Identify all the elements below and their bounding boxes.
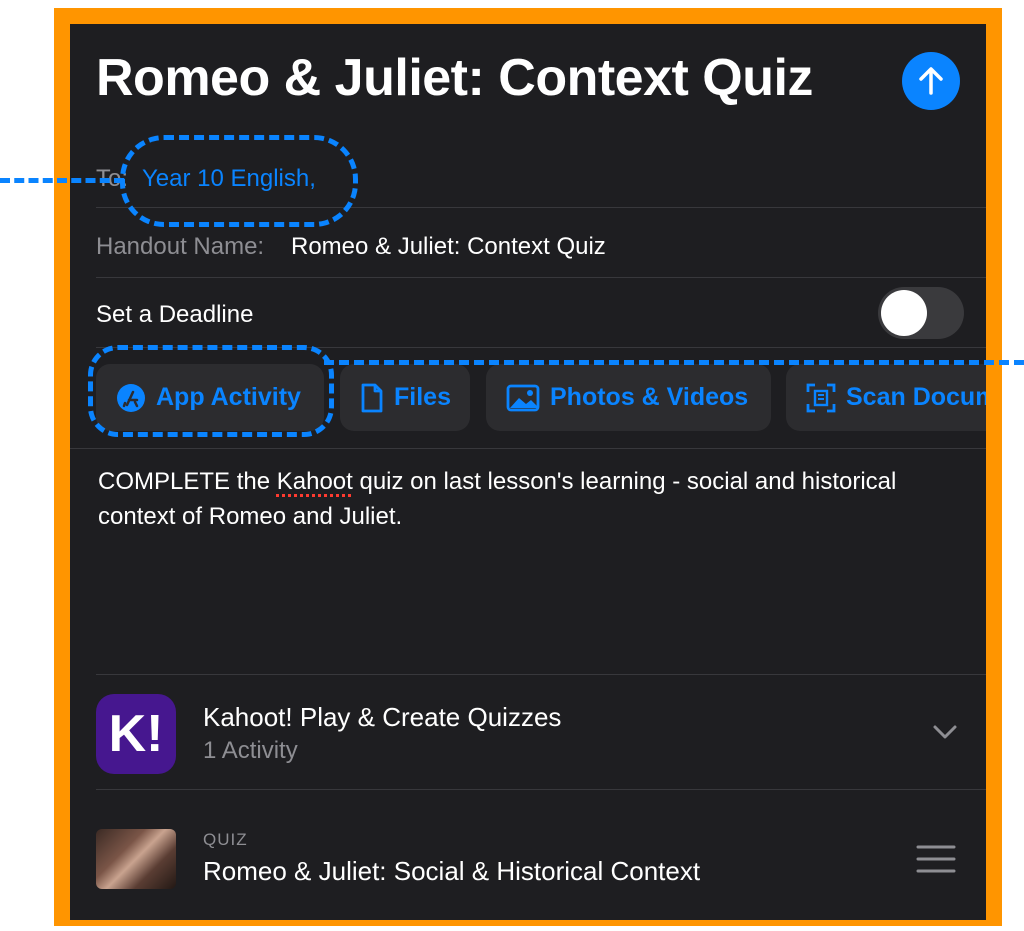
divider: [70, 448, 986, 449]
deadline-toggle[interactable]: [878, 287, 964, 339]
divider: [96, 789, 986, 790]
callout-line-right: [324, 360, 1024, 365]
files-label: Files: [394, 383, 451, 411]
activity-title: Romeo & Juliet: Social & Historical Cont…: [203, 856, 701, 886]
activity-count: 1 Activity: [203, 737, 298, 764]
scan-documents-button[interactable]: Scan Docum: [786, 364, 986, 431]
photos-videos-label: Photos & Videos: [550, 383, 749, 411]
photos-videos-button[interactable]: Photos & Videos: [486, 364, 771, 431]
callout-line-left: [0, 178, 124, 183]
toggle-knob: [881, 290, 927, 336]
chevron-down-icon[interactable]: [932, 724, 958, 740]
divider: [96, 277, 986, 278]
kahoot-app-icon: K!: [96, 694, 176, 774]
misspelled-word: Kahoot: [276, 468, 353, 495]
arrow-up-icon: [919, 67, 943, 95]
handout-name-label: Handout Name:: [96, 233, 265, 260]
app-name: Kahoot! Play & Create Quizzes: [203, 702, 562, 732]
page-title: Romeo & Juliet: Context Quiz: [96, 49, 813, 107]
quiz-thumbnail: [96, 829, 176, 889]
callout-recipient-highlight: [120, 135, 358, 227]
send-button[interactable]: [902, 52, 960, 110]
instructions-text: COMPLETE the: [98, 468, 277, 495]
deadline-label: Set a Deadline: [96, 301, 254, 328]
photo-icon: [506, 384, 540, 411]
instructions-field[interactable]: COMPLETE the Kahoot quiz on last lesson'…: [98, 464, 918, 534]
reorder-handle-icon[interactable]: [916, 844, 956, 874]
files-button[interactable]: Files: [340, 364, 470, 431]
handout-name-field[interactable]: Romeo & Juliet: Context Quiz: [291, 233, 606, 261]
divider: [96, 674, 986, 675]
scan-document-icon: [806, 383, 836, 412]
activity-type: QUIZ: [203, 830, 248, 849]
callout-app-activity-highlight: [88, 345, 334, 437]
document-icon: [361, 383, 383, 412]
scan-documents-label: Scan Docum: [846, 383, 986, 411]
